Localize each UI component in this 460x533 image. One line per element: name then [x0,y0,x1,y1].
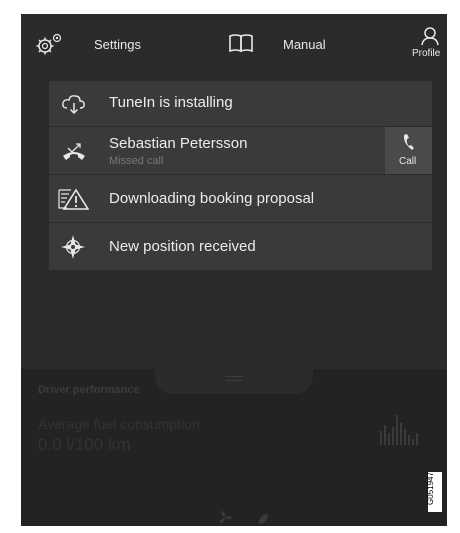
gear-icon[interactable] [35,31,65,57]
profile-button[interactable]: Profile [412,48,440,59]
notification-panel: TuneIn is installing Sebastian Petersson… [49,81,432,270]
bar-chart-icon [380,415,418,445]
metric-label: Average fuel consumption [38,416,200,432]
notification-title: New position received [109,238,256,255]
manual-button[interactable]: Manual [283,37,326,52]
settings-button[interactable]: Settings [94,37,141,52]
caller-name: Sebastian Petersson [109,135,248,152]
cloud-download-icon [62,95,85,115]
notification-drawer-tab[interactable] [155,354,313,394]
leaf-icon [258,514,268,524]
drag-handle[interactable] [225,376,243,381]
warning-doc-icon [58,188,89,210]
call-button-label: Call [399,156,417,167]
screen: Settings Manual Profile TuneIn is instal… [21,14,447,526]
figure-code: G051947 [425,472,442,512]
notification-item[interactable]: Sebastian Petersson Missed call Call [49,127,432,174]
book-icon[interactable] [228,33,254,53]
fan-icon [219,511,232,524]
missed-call-status: Missed call [109,155,164,167]
position-icon [61,235,85,259]
profile-icon[interactable] [420,26,440,46]
widget-title: Driver performance [38,384,140,396]
notification-item[interactable]: Downloading booking proposal [49,175,432,222]
notification-item[interactable]: TuneIn is installing [49,81,432,126]
figure-code-text: G051947 [425,472,435,505]
call-button[interactable]: Call [385,127,432,174]
notification-title: Downloading booking proposal [109,190,315,207]
notification-item[interactable]: New position received [49,223,432,270]
phone-icon [403,134,414,150]
top-bar: Settings Manual Profile [21,14,447,74]
metric-value: 0.0 l/100 km [38,435,131,454]
notification-title: TuneIn is installing [109,94,233,111]
missed-call-icon [63,143,85,160]
